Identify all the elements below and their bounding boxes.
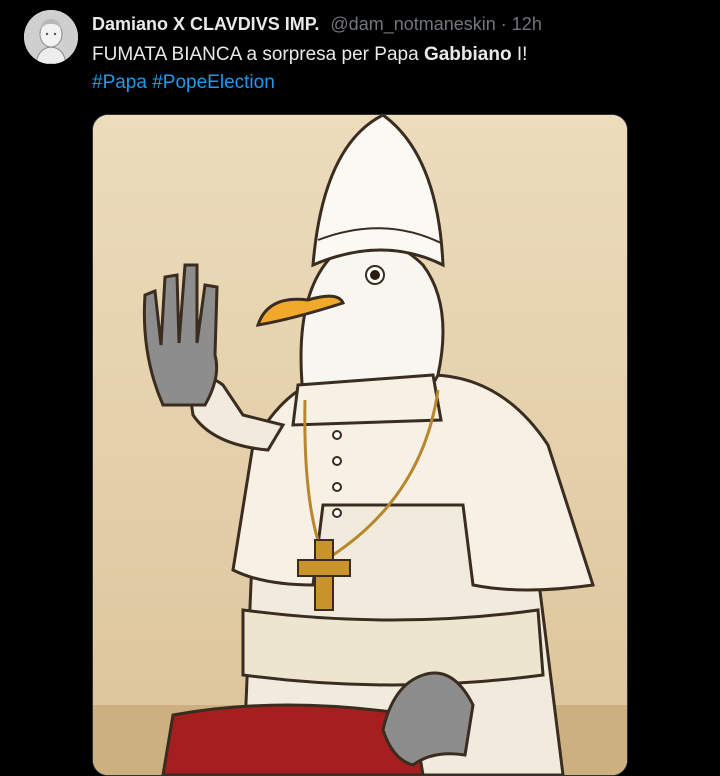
separator-dot: · — [500, 14, 507, 34]
hashtag-list: #Papa #PopeElection — [92, 70, 275, 96]
tweet-text-bold: Gabbiano — [423, 44, 512, 65]
seagull-pope-icon — [93, 115, 627, 775]
bust-avatar-icon — [24, 10, 78, 64]
tweet-text-part: I! — [511, 44, 528, 65]
tweet-text-part: FUMATA BIANCA a sorpresa per Papa — [92, 44, 424, 65]
timestamp[interactable]: 12h — [512, 14, 542, 34]
tweet-header: Damiano X CLAVDIVS IMP. @dam_notmaneskin… — [92, 12, 542, 36]
hashtag-link[interactable]: #PopeElection — [152, 72, 275, 93]
tweet-media-image[interactable] — [92, 114, 628, 776]
hashtag-link[interactable]: #Papa — [92, 72, 147, 93]
user-handle[interactable]: @dam_notmaneskin — [330, 14, 495, 34]
avatar[interactable] — [24, 10, 78, 64]
tweet-text: FUMATA BIANCA a sorpresa per Papa Gabbia… — [92, 42, 692, 68]
display-name[interactable]: Damiano X CLAVDIVS IMP. — [92, 14, 319, 34]
